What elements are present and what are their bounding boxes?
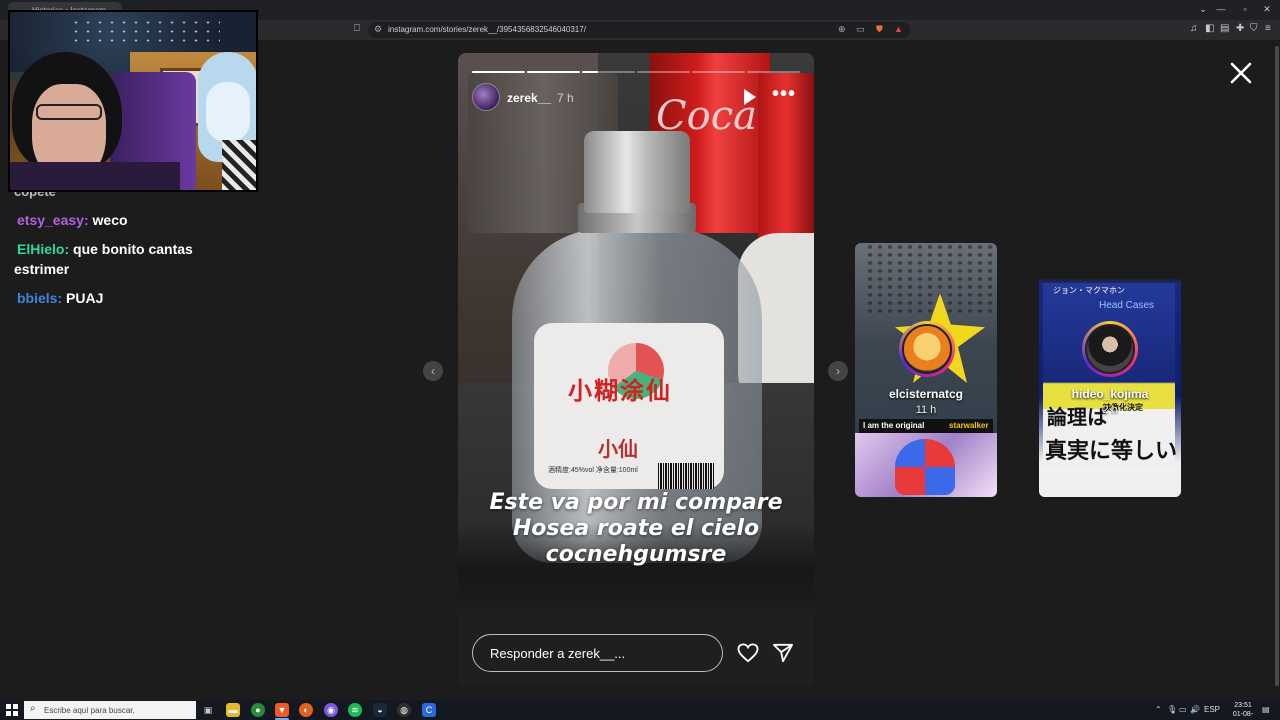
progress-fill bbox=[472, 71, 525, 73]
firefox-icon[interactable]: ◐ bbox=[299, 703, 313, 717]
chat-message: etsy_easy: weco bbox=[14, 210, 214, 230]
chat-username: bbiels: bbox=[17, 290, 63, 306]
address-bar[interactable]: ⚙ instagram.com/stories/zerek__/39543568… bbox=[368, 22, 910, 38]
story-preview-card[interactable]: I am the original starwalker elcisternat… bbox=[855, 243, 997, 497]
caption-line: Este va por mi compare bbox=[489, 490, 783, 515]
card-username: elcisternatcg bbox=[888, 387, 964, 401]
page-scrollbar[interactable] bbox=[1274, 40, 1280, 700]
chat-username: ElHielo: bbox=[17, 241, 70, 257]
progress-segment bbox=[527, 71, 580, 73]
caption-line: cocnehgumsre bbox=[545, 542, 727, 567]
rewards-icon[interactable]: ▲ bbox=[894, 24, 903, 34]
file-explorer-icon[interactable]: ▬ bbox=[226, 703, 240, 717]
music-icon[interactable]: ♫ bbox=[1190, 23, 1198, 34]
chat-username: etsy_easy: bbox=[17, 212, 89, 228]
cast-icon[interactable]: ▭ bbox=[856, 24, 865, 35]
previous-story-button[interactable]: ‹ bbox=[423, 361, 443, 381]
card-username: hideo_kojima bbox=[1071, 387, 1149, 401]
chevron-left-icon: ‹ bbox=[431, 364, 435, 378]
spotify-icon[interactable]: ≋ bbox=[348, 703, 362, 717]
card-time: 11 h bbox=[915, 404, 937, 416]
vpn-shield-icon[interactable]: ⛉ bbox=[1250, 23, 1258, 34]
sidebar-icon[interactable]: ◧ bbox=[1205, 23, 1214, 34]
story-time: 7 h bbox=[557, 91, 574, 105]
barcode bbox=[658, 463, 714, 489]
avatar bbox=[1082, 321, 1138, 377]
story-preview-card[interactable]: ジョン・マクマホン Head Cases 論理は 映像化決定 真実に等しい hi… bbox=[1039, 243, 1181, 497]
app-icon[interactable]: C bbox=[422, 703, 436, 717]
chat-text: PUAJ bbox=[62, 290, 104, 306]
book-title-en: Head Cases bbox=[1099, 300, 1155, 311]
story-caption: Este va por mi compare Hosea roate el ci… bbox=[458, 490, 814, 568]
progress-fill bbox=[527, 71, 580, 73]
wallet-icon[interactable]: ▤ bbox=[1220, 23, 1229, 34]
discord-icon[interactable]: ◉ bbox=[324, 703, 338, 717]
volume-icon[interactable]: 🔊 bbox=[1190, 705, 1200, 714]
chevron-up-icon[interactable]: ⌃ bbox=[1155, 705, 1162, 714]
notifications-icon[interactable]: ▤ bbox=[1262, 705, 1270, 714]
bottle-label-info: 酒精度:45%vol 净含量:100ml bbox=[548, 467, 638, 474]
send-icon[interactable] bbox=[772, 643, 794, 663]
avatar[interactable] bbox=[472, 83, 500, 111]
book-title-jp2: 真実に等しい bbox=[1045, 438, 1178, 464]
next-story-button[interactable]: › bbox=[828, 361, 848, 381]
bottle-label-sub: 小仙 bbox=[598, 437, 638, 461]
extensions-icon[interactable]: ✚ bbox=[1236, 23, 1244, 34]
network-icon[interactable]: ▭ bbox=[1179, 705, 1187, 714]
chevron-down-icon[interactable]: ⌄ bbox=[1196, 4, 1210, 15]
zoom-icon[interactable]: ⊕ bbox=[838, 24, 846, 35]
heart-icon[interactable] bbox=[737, 643, 759, 663]
window-close-icon[interactable]: ✕ bbox=[1260, 4, 1274, 15]
taskbar-clock[interactable]: 23:51 01-08-2026 bbox=[1228, 701, 1258, 720]
progress-segment bbox=[747, 71, 800, 73]
obs-icon[interactable]: ◍ bbox=[397, 703, 411, 717]
brave-icon[interactable]: ▼ bbox=[275, 703, 289, 717]
menu-icon[interactable]: ≡ bbox=[1265, 23, 1271, 34]
bookmark-icon[interactable]: ⎕ bbox=[354, 23, 360, 34]
progress-segment bbox=[637, 71, 690, 73]
taskbar-search-input[interactable] bbox=[24, 701, 196, 719]
language-indicator[interactable]: ESP bbox=[1204, 705, 1220, 714]
close-icon[interactable] bbox=[1228, 60, 1254, 86]
play-icon[interactable] bbox=[744, 89, 756, 105]
progress-segment bbox=[692, 71, 745, 73]
chat-text: weco bbox=[88, 212, 128, 228]
card-banner-left: I am the original bbox=[863, 421, 925, 430]
minimize-icon[interactable]: — bbox=[1214, 4, 1228, 14]
task-view-icon[interactable]: ▣ bbox=[201, 703, 215, 717]
site-settings-icon[interactable]: ⚙ bbox=[374, 24, 382, 35]
chat-message: bbiels: PUAJ bbox=[14, 288, 214, 308]
steam-icon[interactable]: ◒ bbox=[373, 703, 387, 717]
chrome-icon[interactable]: ● bbox=[251, 703, 265, 717]
chevron-right-icon: › bbox=[836, 364, 840, 378]
caption-line: Hosea roate el cielo bbox=[512, 516, 760, 541]
story-viewer[interactable]: Coca 小糊涂仙 小仙 酒精度:45%vol 净含量:100ml zerek_… bbox=[458, 53, 814, 686]
taskbar: ⌕ ▣ ▬ ● ▼ ◐ ◉ ≋ ◒ ◍ C ⌃ 🎙 ▭ 🔊 ESP 23:51 … bbox=[0, 700, 1280, 720]
clock-date: 01-08-2026 bbox=[1232, 711, 1254, 718]
microphone-icon[interactable]: 🎙 bbox=[1167, 705, 1177, 714]
chat-message: ElHielo: que bonito cantas estrimer bbox=[14, 239, 214, 279]
search-icon: ⌕ bbox=[30, 703, 36, 714]
bottle-label-brand: 小糊涂仙 bbox=[568, 376, 672, 405]
reply-input[interactable] bbox=[472, 634, 723, 672]
card-time: 2 h bbox=[1102, 404, 1118, 416]
brave-shield-icon[interactable]: ⛊ bbox=[876, 24, 883, 35]
more-options-icon[interactable]: ••• bbox=[772, 83, 796, 106]
clock-time: 23:51 bbox=[1234, 702, 1252, 709]
url-text: instagram.com/stories/zerek__/3954356832… bbox=[388, 25, 586, 34]
progress-segment bbox=[582, 71, 635, 73]
card-banner-right: starwalker bbox=[949, 421, 989, 430]
story-username[interactable]: zerek__ bbox=[507, 91, 551, 105]
progress-segment bbox=[472, 71, 525, 73]
webcam-overlay bbox=[8, 10, 258, 192]
progress-fill bbox=[582, 71, 598, 73]
windows-start-icon[interactable] bbox=[6, 704, 18, 716]
avatar bbox=[899, 321, 955, 377]
book-author-text: ジョン・マクマホン bbox=[1053, 286, 1125, 295]
restore-icon[interactable]: ▫ bbox=[1238, 4, 1252, 14]
